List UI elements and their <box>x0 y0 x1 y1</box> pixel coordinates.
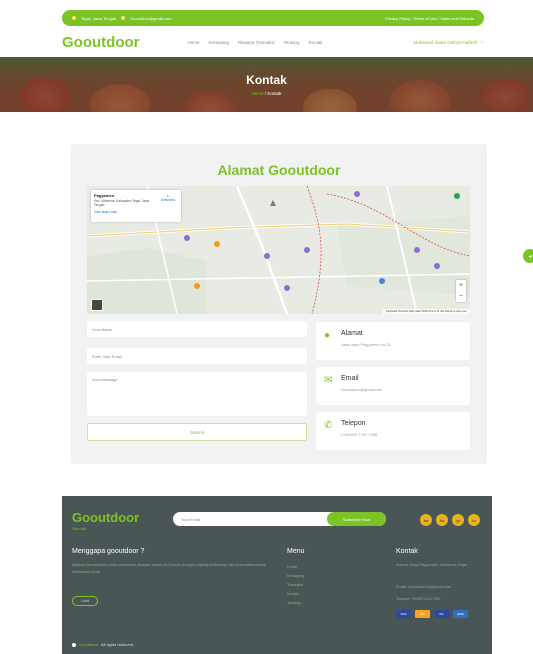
footer-contact-email[interactable]: Email: Gooutdoor24@gmail.com <box>396 584 481 591</box>
phone-icon: ✆ <box>324 420 333 431</box>
top-contact: Tegal, Jawa Tengah Gooutdoor@gmail.com <box>72 16 172 21</box>
user-menu[interactable]: Muhamad Abdul Gufron Fakhrih ⌄ <box>413 39 484 45</box>
info-email-value[interactable]: Gooutdoor@gmail.com <box>341 387 382 392</box>
footer-link-transaksi[interactable]: Transaksi <box>287 583 304 587</box>
footer-contact-address: Alamat: Desa Pagyanten, Adiwerna, Tegal <box>396 563 467 567</box>
copyright: Gooutdoor All rights reserved. <box>72 642 134 647</box>
info-address-value: Jalan raya Pagyanten no.31 <box>341 342 391 347</box>
satellite-toggle[interactable] <box>91 299 103 311</box>
maestro-icon: MC <box>434 610 449 618</box>
menu-title: Menu <box>287 548 305 555</box>
policy-links[interactable]: Privacy Policy / Terms of Use / Sales an… <box>385 16 474 21</box>
copyright-brand[interactable]: Gooutdoor <box>79 642 98 647</box>
nav-tentang[interactable]: Tentang <box>284 40 300 45</box>
email-input[interactable]: Enter Your Email <box>87 348 307 364</box>
directions-label: Directions <box>160 198 175 202</box>
chevron-down-icon: ⌄ <box>480 39 484 44</box>
info-address-title: Alamat <box>341 330 363 337</box>
why-text: Aplikasi Marketplace untuk memenuhi akun… <box>72 563 266 574</box>
zoom-out-button[interactable]: − <box>456 291 466 302</box>
top-email[interactable]: Gooutdoor@gmail.com <box>130 16 171 21</box>
payment-methods: VISA MC MC AMEX <box>396 610 468 618</box>
footer-menu: Home Keranjang Transaksi Kontak Tentang <box>287 565 304 605</box>
map-zoom-control: + − <box>456 280 466 302</box>
footer-tagline: Gear talk <box>72 527 87 531</box>
floating-action-button[interactable]: ◂ <box>523 249 533 263</box>
info-email-title: Email <box>341 375 359 382</box>
location-icon <box>72 16 76 20</box>
visa-icon: VISA <box>396 610 411 618</box>
info-phone: ✆ Telepon (+62)822 7737 7355 <box>316 412 470 450</box>
top-policy: Privacy Policy / Terms of Use / Sales an… <box>385 16 474 21</box>
main-nav: Home Keranjang Riwayat Transaksi Tentang… <box>187 40 322 45</box>
youtube-icon[interactable]: yt <box>452 514 464 526</box>
footer-contact-title: Kontak <box>396 548 418 555</box>
breadcrumb: Home / Kontak <box>0 91 533 96</box>
linkedin-icon[interactable]: in <box>468 514 480 526</box>
why-title: Menggapa gooutdoor ? <box>72 548 145 555</box>
map-info-card: Pagyanten Kec. Adiwerna, Kabupaten Tegal… <box>91 190 181 222</box>
contact-card: Alamat Gooutdoor Pagyanten Kec. Adiwerna… <box>71 144 487 464</box>
twitter-icon[interactable]: tw <box>420 514 432 526</box>
nav-riwayat[interactable]: Riwayat Transaksi <box>238 40 275 45</box>
info-address: ● Alamat Jalan raya Pagyanten no.31 <box>316 322 470 360</box>
site-footer: Gooutdoor Gear talk Your Email Subscribe… <box>62 496 492 654</box>
footer-link-keranjang[interactable]: Keranjang <box>287 574 304 578</box>
submit-button[interactable]: Submit <box>87 423 307 441</box>
footer-link-home[interactable]: Home <box>287 565 304 569</box>
zoom-in-button[interactable]: + <box>456 280 466 291</box>
top-info-bar: Tegal, Jawa Tengah Gooutdoor@gmail.com P… <box>62 10 484 26</box>
subscribe-button[interactable]: Subscribe Now <box>327 512 386 526</box>
page-title: Kontak <box>246 73 287 87</box>
chevron-left-icon: ◂ <box>528 253 532 260</box>
info-email: ✉ Email Gooutdoor@gmail.com <box>316 367 470 405</box>
map-pin-icon: ● <box>324 330 331 341</box>
directions-button[interactable]: ➤ Directions <box>161 194 175 202</box>
map-place-address: Kec. Adiwerna, Kabupaten Tegal, Jawa Ten… <box>94 199 150 207</box>
site-header: Gooutdoor Home Keranjang Riwayat Transak… <box>62 32 484 52</box>
embedded-map[interactable]: Pagyanten Kec. Adiwerna, Kabupaten Tegal… <box>87 186 470 314</box>
copyright-icon <box>72 642 76 647</box>
message-textarea[interactable]: Your Message <box>87 372 307 416</box>
nav-kontak[interactable]: Kontak <box>309 40 323 45</box>
mail-icon <box>121 16 126 20</box>
amex-icon: AMEX <box>453 610 468 618</box>
footer-link-tentang[interactable]: Tentang <box>287 601 304 605</box>
info-phone-value[interactable]: (+62)822 7737 7355 <box>341 432 377 437</box>
why-more-button[interactable]: Lihat <box>72 596 98 606</box>
footer-contact-phone[interactable]: Telepon: +6285721117326 <box>396 596 481 603</box>
view-larger-map-link[interactable]: View larger map <box>94 210 178 214</box>
breadcrumb-current: Kontak <box>267 91 282 96</box>
map-attribution: Keyboard shortcuts Map data ©2022 Terms … <box>383 309 470 314</box>
copyright-text: All rights reserved. <box>100 642 135 647</box>
footer-link-kontak[interactable]: Kontak <box>287 592 304 596</box>
social-links: tw fb yt in <box>420 514 480 526</box>
info-phone-title: Telepon <box>341 420 366 427</box>
breadcrumb-home[interactable]: Home <box>252 91 264 96</box>
footer-logo[interactable]: Gooutdoor <box>72 510 139 525</box>
breadcrumb-separator: / <box>264 91 267 96</box>
nav-home[interactable]: Home <box>187 40 199 45</box>
user-name: Muhamad Abdul Gufron Fakhrih <box>413 39 478 45</box>
facebook-icon[interactable]: fb <box>436 514 448 526</box>
page-hero: Kontak Home / Kontak <box>0 57 533 112</box>
brand-logo[interactable]: Gooutdoor <box>62 34 139 51</box>
nav-keranjang[interactable]: Keranjang <box>209 40 230 45</box>
mastercard-icon: MC <box>415 610 430 618</box>
envelope-icon: ✉ <box>324 375 333 386</box>
contact-title: Alamat Gooutdoor <box>217 162 341 178</box>
name-input[interactable]: Your Name <box>87 321 307 337</box>
top-location: Tegal, Jawa Tengah <box>81 15 117 21</box>
